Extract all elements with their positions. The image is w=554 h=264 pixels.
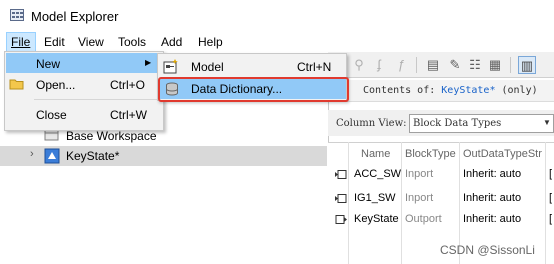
inport-icon	[335, 170, 347, 179]
column-view-value: Block Data Types	[413, 118, 502, 129]
contents-label: Contents of: KeyState* (only)	[363, 85, 538, 96]
contents-prefix: Contents of:	[363, 85, 436, 96]
table-cell-blocktype: Inport	[405, 192, 434, 204]
column-divider	[545, 142, 546, 264]
columns-icon[interactable]: ▥	[518, 56, 536, 74]
properties-icon[interactable]: ▤	[424, 56, 442, 74]
model-explorer-app-icon	[10, 9, 24, 21]
edit-icon[interactable]: ✎	[446, 56, 464, 74]
filter-icon[interactable]: ⚲	[350, 56, 368, 74]
column-view-label: Column View:	[336, 118, 407, 129]
table-cell-truncated: [	[549, 213, 553, 225]
submenu-item-model[interactable]: Model	[191, 60, 224, 74]
menu-edit[interactable]: Edit	[40, 32, 69, 52]
fx-icon[interactable]: ƒ	[392, 56, 410, 74]
menu-help[interactable]: Help	[194, 32, 227, 52]
column-divider	[348, 142, 349, 264]
folder-open-icon	[9, 79, 24, 90]
column-header-blocktype[interactable]: BlockType	[405, 148, 456, 160]
inport-icon	[335, 194, 347, 203]
tree-item-base-workspace[interactable]: Base Workspace	[66, 129, 157, 143]
toolbar: ⚲ ʄ ƒ ▤ ✎ ☷ ▦ ▥	[328, 52, 554, 78]
new-model-icon	[163, 59, 178, 74]
menu-item-open-shortcut: Ctrl+O	[110, 78, 146, 92]
menu-file[interactable]: File	[6, 32, 36, 52]
table-cell-blocktype: Inport	[405, 168, 434, 180]
window-title: Model Explorer	[31, 9, 119, 24]
menu-item-new[interactable]	[6, 53, 162, 73]
grid-icon[interactable]: ▦	[486, 56, 504, 74]
menu-item-new-label: New	[36, 57, 61, 71]
expand-chevron-icon[interactable]: ›	[30, 148, 34, 160]
contents-model-name[interactable]: KeyState*	[441, 85, 495, 96]
table-cell-outtype[interactable]: Inherit: auto	[463, 192, 521, 204]
menu-bar: File Edit View Tools Add Help	[0, 32, 554, 52]
submenu-arrow-icon: ▶	[145, 58, 152, 67]
column-divider	[401, 142, 402, 264]
highlight-box	[158, 77, 349, 102]
toolbar-separator	[510, 57, 511, 73]
table-cell-name[interactable]: ACC_SW	[354, 168, 401, 180]
menu-item-close-shortcut: Ctrl+W	[110, 108, 147, 122]
tree-item-keystate[interactable]: KeyState*	[66, 149, 119, 163]
column-header-outdatatype[interactable]: OutDataTypeStr	[463, 148, 545, 160]
contents-suffix: (only)	[501, 85, 538, 96]
table-cell-truncated: [	[549, 192, 553, 204]
table-cell-name[interactable]: KeyState	[354, 213, 399, 225]
table-cell-truncated: [	[549, 168, 553, 180]
list-icon[interactable]: ☷	[466, 56, 484, 74]
menu-view[interactable]: View	[74, 32, 108, 52]
column-header-name[interactable]: Name	[361, 148, 390, 160]
signal-icon[interactable]: ʄ	[370, 56, 388, 74]
table-cell-name[interactable]: IG1_SW	[354, 192, 396, 204]
chevron-down-icon[interactable]: ▼	[543, 118, 551, 127]
menu-file-label: File	[11, 35, 31, 49]
menu-add[interactable]: Add	[157, 32, 186, 52]
menu-separator	[34, 99, 160, 100]
simulink-model-icon	[44, 148, 60, 164]
toolbar-separator	[416, 57, 417, 73]
table-cell-outtype[interactable]: Inherit: auto	[463, 213, 521, 225]
watermark: CSDN @SissonLi	[440, 243, 535, 257]
menu-item-close[interactable]: Close	[36, 108, 67, 122]
outport-icon	[335, 215, 347, 224]
table-cell-outtype[interactable]: Inherit: auto	[463, 168, 521, 180]
menu-item-open[interactable]: Open...	[36, 78, 75, 92]
table-cell-blocktype: Outport	[405, 213, 442, 225]
submenu-item-model-shortcut: Ctrl+N	[297, 60, 332, 74]
menu-tools[interactable]: Tools	[114, 32, 150, 52]
